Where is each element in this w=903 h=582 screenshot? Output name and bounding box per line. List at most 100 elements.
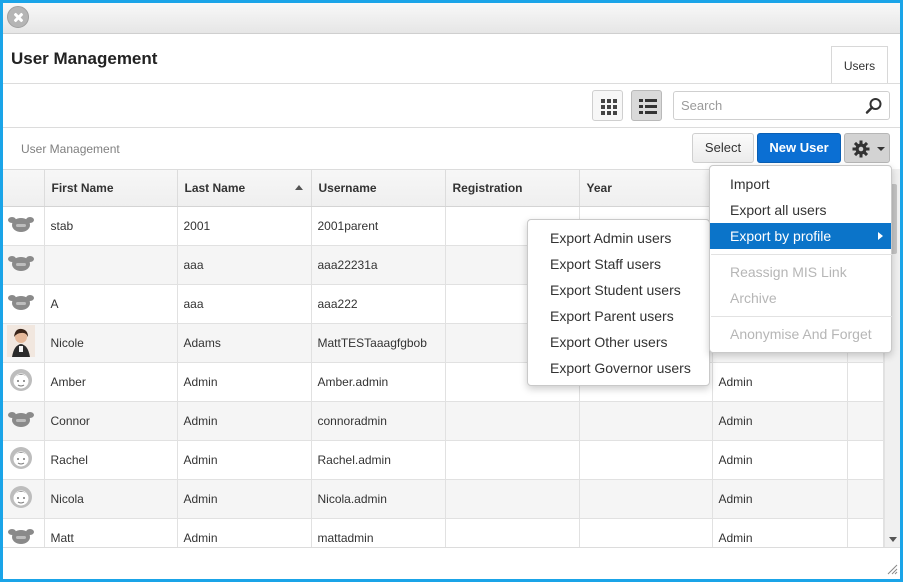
chevron-right-icon <box>878 232 883 240</box>
username-cell: aaa222 <box>311 284 446 324</box>
menu-item-export-by-profile[interactable]: Export by profile <box>710 223 891 249</box>
generic-avatar-icon <box>3 518 45 547</box>
menu-item-anonymise: Anonymise And Forget <box>730 326 872 342</box>
year-cell <box>579 479 713 519</box>
close-icon[interactable] <box>7 6 29 28</box>
profile-cell: Admin <box>712 362 848 402</box>
last-name-cell: Admin <box>177 362 312 402</box>
username-cell: connoradmin <box>311 401 446 441</box>
column-header-registration[interactable]: Registration <box>445 170 580 207</box>
table-row[interactable]: Amber Admin Amber.admin Admin <box>3 362 884 402</box>
column-header-username[interactable]: Username <box>311 170 446 207</box>
list-view-button[interactable] <box>631 90 662 121</box>
registration-cell <box>445 440 580 480</box>
table-row[interactable]: Rachel Admin Rachel.admin Admin <box>3 440 884 480</box>
list-icon <box>639 99 657 114</box>
scroll-down-icon[interactable] <box>889 537 897 542</box>
resize-grip-icon[interactable] <box>886 563 898 575</box>
year-cell <box>579 401 713 441</box>
username-cell: Rachel.admin <box>311 440 446 480</box>
row-spacer <box>847 401 884 441</box>
menu-item-reassign-mis-link: Reassign MIS Link <box>730 264 847 280</box>
female-avatar-icon <box>3 479 45 519</box>
generic-avatar-icon <box>3 284 45 324</box>
menu-item-export-all[interactable]: Export all users <box>710 197 891 223</box>
row-spacer <box>847 362 884 402</box>
username-cell: Amber.admin <box>311 362 446 402</box>
table-row[interactable]: Connor Admin connoradmin Admin <box>3 401 884 441</box>
row-spacer <box>847 518 884 547</box>
first-name-cell: Nicole <box>44 323 178 363</box>
last-name-cell: Admin <box>177 401 312 441</box>
status-bar <box>3 547 900 579</box>
column-header-label: Year <box>586 180 612 195</box>
row-spacer <box>847 479 884 519</box>
new-user-button[interactable]: New User <box>757 133 841 163</box>
female-avatar-icon <box>3 362 45 402</box>
column-header-label: Username <box>318 180 377 195</box>
search-icon[interactable] <box>865 97 883 115</box>
username-cell: mattadmin <box>311 518 446 547</box>
profile-cell: Admin <box>712 479 848 519</box>
grid-view-button[interactable] <box>592 90 623 121</box>
last-name-cell: Adams <box>177 323 312 363</box>
column-header-first-name[interactable]: First Name <box>44 170 178 207</box>
settings-menu-button[interactable] <box>844 133 890 163</box>
menu-item-export-admin[interactable]: Export Admin users <box>528 225 709 251</box>
column-header-label: Last Name <box>184 180 246 195</box>
year-cell <box>579 440 713 480</box>
chevron-down-icon <box>877 147 885 151</box>
column-header-label: First Name <box>51 180 114 195</box>
sort-ascending-icon <box>294 185 303 190</box>
year-cell <box>579 518 713 547</box>
last-name-cell: Admin <box>177 440 312 480</box>
first-name-cell: stab <box>44 206 178 246</box>
profile-cell: Admin <box>712 440 848 480</box>
menu-divider <box>711 316 892 317</box>
column-header-year[interactable]: Year <box>579 170 713 207</box>
menu-item-import[interactable]: Import <box>710 171 891 197</box>
first-name-cell: Nicola <box>44 479 178 519</box>
divider <box>3 83 900 84</box>
menu-item-export-governor[interactable]: Export Governor users <box>528 355 709 381</box>
username-cell: MattTESTaaagfgbob <box>311 323 446 363</box>
generic-avatar-icon <box>3 245 45 285</box>
menu-item-export-other[interactable]: Export Other users <box>528 329 709 355</box>
registration-cell <box>445 518 580 547</box>
gear-icon <box>852 140 870 158</box>
app-window: User Management Users User Management Se… <box>0 0 903 582</box>
registration-cell <box>445 401 580 441</box>
last-name-cell: aaa <box>177 245 312 285</box>
export-submenu: Export Admin users Export Staff users Ex… <box>527 219 710 386</box>
search-input[interactable] <box>673 91 890 120</box>
last-name-cell: 2001 <box>177 206 312 246</box>
first-name-cell: Matt <box>44 518 178 547</box>
generic-avatar-icon <box>3 206 45 246</box>
table-row[interactable]: Nicola Admin Nicola.admin Admin <box>3 479 884 519</box>
menu-item-export-staff[interactable]: Export Staff users <box>528 251 709 277</box>
column-header-label: Registration <box>452 180 523 195</box>
first-name-cell: Amber <box>44 362 178 402</box>
row-spacer <box>847 440 884 480</box>
first-name-cell: Rachel <box>44 440 178 480</box>
female-avatar-icon <box>3 440 45 480</box>
breadcrumb: User Management <box>21 142 120 156</box>
menu-item-export-student[interactable]: Export Student users <box>528 277 709 303</box>
username-cell: Nicola.admin <box>311 479 446 519</box>
menu-item-export-parent[interactable]: Export Parent users <box>528 303 709 329</box>
menu-item-label: Export by profile <box>730 228 832 244</box>
table-row[interactable]: Matt Admin mattadmin Admin <box>3 518 884 547</box>
first-name-cell: A <box>44 284 178 324</box>
username-cell: 2001parent <box>311 206 446 246</box>
profile-cell: Admin <box>712 518 848 547</box>
grid-icon <box>601 99 617 115</box>
last-name-cell: Admin <box>177 479 312 519</box>
column-header-last-name[interactable]: Last Name <box>177 170 312 207</box>
menu-divider <box>711 254 892 255</box>
first-name-cell: Connor <box>44 401 178 441</box>
divider <box>3 127 900 128</box>
select-button[interactable]: Select <box>692 133 754 163</box>
last-name-cell: aaa <box>177 284 312 324</box>
tab-users[interactable]: Users <box>831 46 888 84</box>
generic-avatar-icon <box>3 401 45 441</box>
